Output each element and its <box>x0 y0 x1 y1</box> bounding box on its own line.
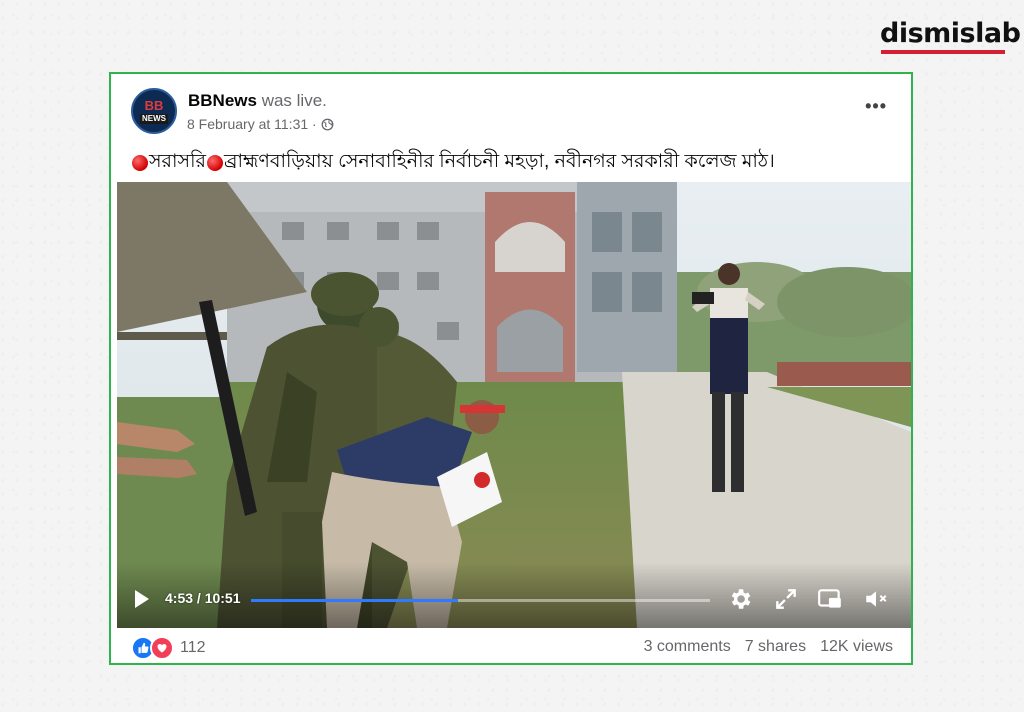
globe-icon <box>321 118 334 130</box>
page-avatar[interactable]: BB NEWS <box>131 88 177 134</box>
mute-icon[interactable] <box>863 586 889 612</box>
caption-live-word: সরাসরি <box>149 151 206 172</box>
video-controls: 4:53 / 10:51 <box>117 574 911 628</box>
video-progress-bar[interactable] <box>251 599 710 602</box>
fullscreen-icon[interactable] <box>773 586 799 612</box>
live-status: was live. <box>261 91 327 110</box>
video-progress-fill <box>251 599 458 602</box>
video-time: 4:53 / 10:51 <box>165 590 241 606</box>
love-icon <box>150 636 174 660</box>
brand-logo: dismislab <box>880 18 1021 49</box>
shares-count[interactable]: 7 shares <box>745 638 806 656</box>
miniplayer-icon[interactable] <box>817 586 843 612</box>
post-header: BBNews was live. <box>188 91 327 111</box>
video-frame <box>117 182 911 628</box>
more-options-icon[interactable]: ••• <box>865 96 887 117</box>
red-circle-icon <box>206 155 223 171</box>
play-icon[interactable] <box>135 590 149 608</box>
reactions-count: 112 <box>180 639 206 656</box>
video-player[interactable]: 4:53 / 10:51 <box>117 182 911 628</box>
engagement-stats: 3 comments 7 shares 12K views <box>644 638 893 656</box>
views-count: 12K views <box>820 638 893 655</box>
avatar-logo-bottom: NEWS <box>140 113 168 124</box>
red-circle-icon <box>132 155 148 171</box>
post-footer: 112 3 comments 7 shares 12K views <box>111 630 911 666</box>
page-name-link[interactable]: BBNews <box>188 91 257 110</box>
post-timestamp[interactable]: 8 February at 11:31 · <box>187 116 317 132</box>
avatar-logo-top: BB <box>144 97 164 113</box>
post-caption: সরাসরি ব্রাহ্মণবাড়িয়ায় সেনাবাহিনীর নি… <box>131 147 775 179</box>
settings-icon[interactable] <box>727 586 753 612</box>
brand-underline <box>881 50 1005 54</box>
comments-count[interactable]: 3 comments <box>644 638 731 656</box>
reactions-summary[interactable]: 112 <box>131 636 206 660</box>
caption-text: ব্রাহ্মণবাড়িয়ায় সেনাবাহিনীর নির্বাচনী… <box>223 151 775 172</box>
post-meta: 8 February at 11:31 · <box>187 116 334 132</box>
facebook-post-card: BB NEWS BBNews was live. 8 February at 1… <box>109 72 913 665</box>
